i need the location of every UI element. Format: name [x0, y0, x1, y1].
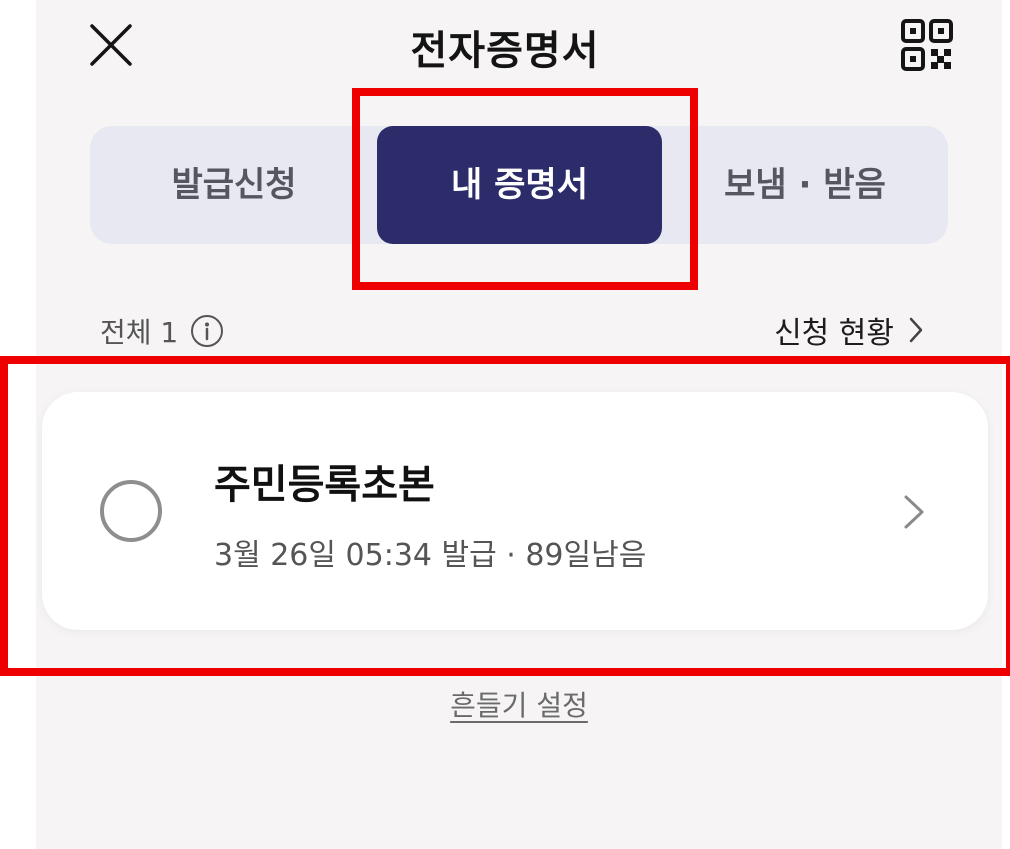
shake-settings-link[interactable]: 흔들기 설정	[0, 684, 1010, 724]
certificate-issue-info: 3월 26일 05:34 발급 · 89일남음	[214, 538, 647, 573]
certificate-count-label: 전체 1	[100, 316, 179, 349]
tab-sent-received[interactable]: 보냄 · 받음	[662, 126, 948, 244]
certificate-select-radio[interactable]	[100, 480, 162, 542]
certificate-count-row: 전체 1	[100, 310, 224, 352]
qr-code-button[interactable]	[900, 18, 954, 72]
info-icon[interactable]	[190, 314, 224, 348]
application-status-link[interactable]: 신청 현황	[774, 308, 924, 352]
application-status-label: 신청 현황	[774, 316, 894, 351]
tab-bar: 발급신청 내 증명서 보냄 · 받음	[90, 126, 948, 244]
chevron-right-icon	[904, 495, 924, 529]
tab-apply[interactable]: 발급신청	[90, 126, 378, 244]
certificate-name: 주민등록초본	[214, 462, 435, 508]
tab-my-certificates[interactable]: 내 증명서	[377, 126, 662, 244]
page-title: 전자증명서	[410, 28, 600, 74]
chevron-right-icon	[909, 317, 923, 343]
certificate-card[interactable]: 주민등록초본 3월 26일 05:34 발급 · 89일남음	[42, 392, 988, 630]
qr-code-icon	[901, 19, 953, 71]
